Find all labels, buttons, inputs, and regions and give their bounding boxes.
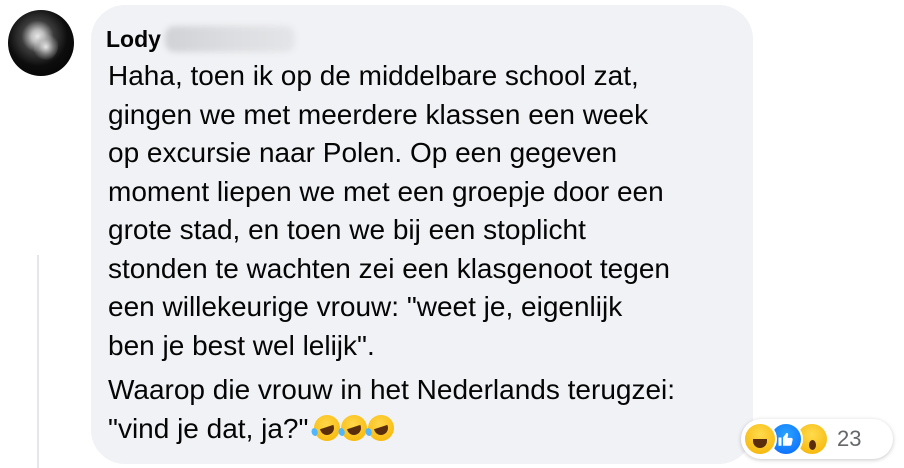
- avatar[interactable]: [8, 10, 74, 76]
- thread-line: [37, 255, 39, 468]
- rolling-on-floor-laughing-icon: [365, 411, 398, 444]
- haha-reaction-icon: [743, 422, 777, 456]
- thumbs-up-icon: [778, 432, 793, 446]
- laughing-emoji-group: [311, 411, 398, 444]
- author-name-redaction: [164, 26, 295, 52]
- reactions-summary[interactable]: 23: [741, 419, 893, 459]
- reaction-count: 23: [837, 426, 862, 451]
- comment-text-paragraph-1: Haha, toen ik op de middelbare school za…: [108, 60, 670, 361]
- comment-author-row: Lody: [106, 23, 295, 55]
- comment-text-paragraph-2-container: Waarop die vrouw in het Nederlands terug…: [108, 371, 748, 448]
- comment-author-name[interactable]: Lody: [106, 26, 161, 53]
